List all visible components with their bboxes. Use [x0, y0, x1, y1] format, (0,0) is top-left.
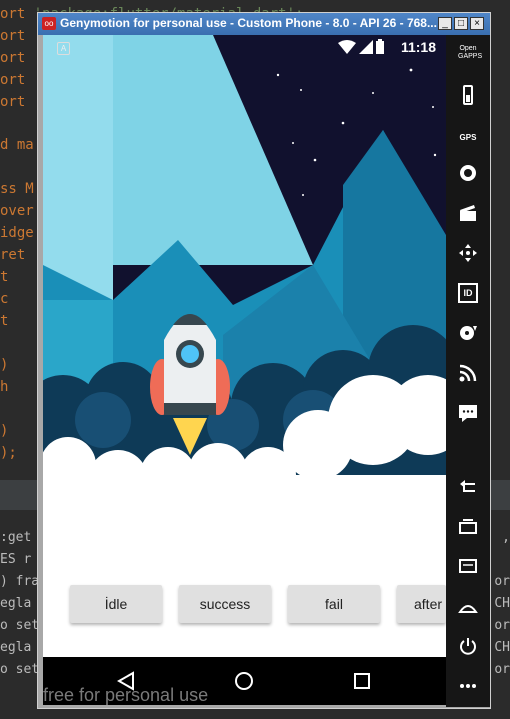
camera-icon[interactable]	[458, 163, 478, 183]
clapperboard-icon[interactable]	[458, 203, 478, 223]
console-log-tail: or	[494, 574, 510, 589]
console-log-tail: CH	[494, 640, 510, 655]
ide-keyword: idge	[0, 225, 34, 241]
ide-code-line: d ma	[0, 137, 34, 153]
ide-keyword: )	[0, 357, 9, 373]
phone-screen[interactable]: A 11:18 İdle success fail after	[43, 35, 446, 657]
recents-icon[interactable]	[353, 672, 371, 690]
ide-code-line: h	[0, 379, 8, 395]
gps-icon[interactable]: GPS	[458, 125, 478, 145]
ide-code-line: ort '	[0, 28, 42, 44]
ide-code-line: idge	[0, 225, 34, 241]
minimize-button[interactable]: _	[438, 17, 452, 30]
ide-keyword: t	[0, 313, 9, 329]
ide-code-line: ret	[0, 247, 25, 263]
console-log-line: o set	[0, 618, 40, 633]
ide-code-line: ss M	[0, 181, 34, 197]
battery-icon	[376, 39, 384, 54]
genymotion-logo-icon: oo	[42, 17, 56, 30]
sidebar-home-icon[interactable]	[458, 596, 478, 616]
more-icon[interactable]	[458, 676, 478, 696]
window-titlebar[interactable]: oo Genymotion for personal use - Custom …	[38, 13, 490, 35]
fail-button[interactable]: fail	[288, 585, 380, 623]
console-log-line: o set	[0, 662, 40, 677]
ide-keyword: ort	[0, 6, 26, 22]
console-log-tail: ,	[502, 530, 510, 545]
watermark-text: free for personal use	[43, 685, 209, 705]
ide-code-line: over	[0, 203, 34, 219]
ide-code-line: c	[0, 291, 8, 307]
ide-keyword: d ma	[0, 137, 34, 153]
ide-code-line: ort '	[0, 94, 42, 110]
recent-apps-icon[interactable]	[458, 516, 478, 536]
rocket-illustration	[43, 35, 446, 657]
after-button[interactable]: after	[397, 585, 446, 623]
home-icon[interactable]	[234, 671, 254, 691]
ide-code-line: );	[0, 445, 17, 461]
close-button[interactable]: ×	[470, 17, 484, 30]
dpad-icon[interactable]	[458, 243, 478, 263]
console-log-line: egla	[0, 640, 32, 655]
notification-icon: A	[57, 42, 70, 55]
console-log-line: ES r	[0, 552, 32, 567]
success-button[interactable]: success	[179, 585, 271, 623]
id-icon[interactable]: ID	[458, 283, 478, 303]
console-log-line: ) fra	[0, 574, 40, 589]
ide-keyword: )	[0, 423, 9, 439]
console-log-line: :get	[0, 530, 32, 545]
sms-icon[interactable]	[458, 403, 478, 423]
ide-code-line: ort '	[0, 50, 42, 66]
idle-button[interactable]: İdle	[70, 585, 162, 623]
console-log-tail: or	[494, 662, 510, 677]
ide-keyword: t	[0, 269, 9, 285]
ide-keyword: ss M	[0, 181, 34, 197]
ide-code-line: t	[0, 313, 8, 329]
console-log-tail: CH	[494, 596, 510, 611]
ide-keyword: ort	[0, 50, 26, 66]
console-log-tail: or	[494, 618, 510, 633]
console-log-line: egla	[0, 596, 32, 611]
open-gapps-icon[interactable]: Open GAPPS	[458, 45, 482, 65]
ide-code-line: t	[0, 269, 8, 285]
menu-icon[interactable]	[458, 556, 478, 576]
sidebar-back-icon[interactable]	[458, 476, 478, 496]
ide-code-line: )	[0, 423, 8, 439]
ide-keyword: ort	[0, 28, 26, 44]
status-bar: A 11:18	[43, 35, 446, 59]
genymotion-sidebar: Open GAPPS GPS ID	[446, 35, 490, 707]
ide-keyword: over	[0, 203, 34, 219]
status-time: 11:18	[400, 39, 436, 55]
ide-keyword: ort	[0, 72, 26, 88]
signal-icon	[359, 40, 373, 54]
disk-icon[interactable]	[458, 323, 478, 343]
window-title: Genymotion for personal use - Custom Pho…	[60, 16, 437, 30]
ide-code-line: )	[0, 357, 8, 373]
ide-keyword: );	[0, 445, 17, 461]
ide-keyword: ret	[0, 247, 26, 263]
power-icon[interactable]	[458, 636, 478, 656]
maximize-button[interactable]: □	[454, 17, 468, 30]
ide-keyword: c	[0, 291, 9, 307]
ide-keyword: h	[0, 379, 9, 395]
battery-widget-icon[interactable]	[458, 85, 478, 105]
ide-keyword: ort	[0, 94, 26, 110]
rocket-window	[181, 345, 199, 363]
ide-code-line: ort '	[0, 72, 42, 88]
rss-icon[interactable]	[458, 363, 478, 383]
wifi-icon	[338, 40, 356, 54]
